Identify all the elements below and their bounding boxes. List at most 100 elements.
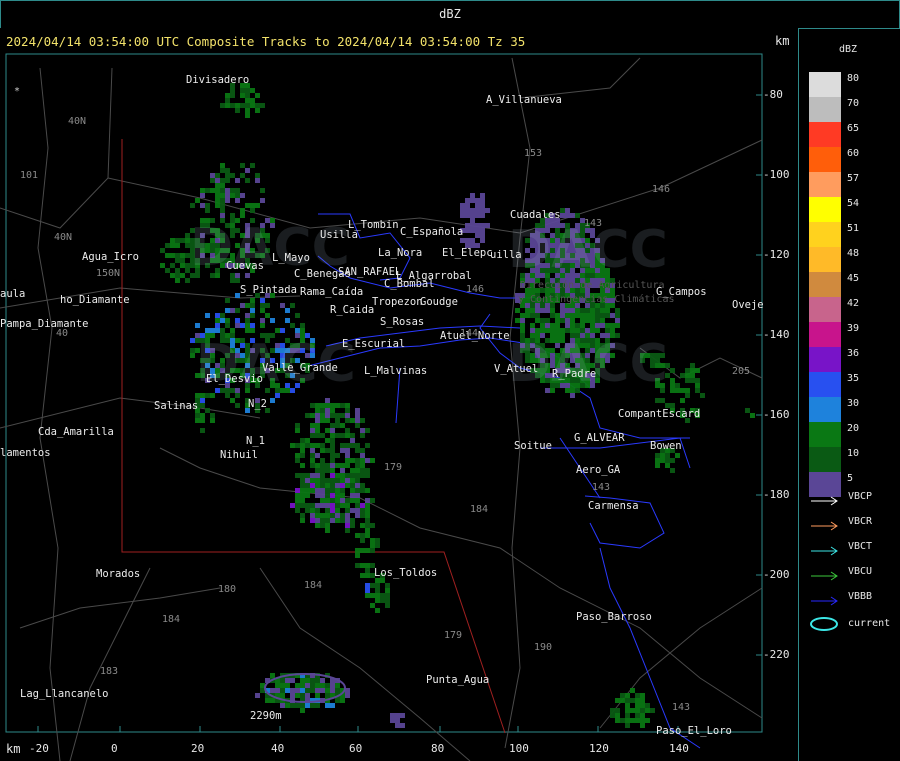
composite-title: 2024/04/14 03:54:00 UTC Composite Tracks… [6, 34, 526, 49]
echo-cell [645, 703, 650, 708]
echo-cell [360, 573, 365, 578]
echo-cell [360, 563, 365, 568]
echo-cell [315, 503, 320, 508]
echo-cell [305, 703, 310, 708]
echo-cell [255, 203, 260, 208]
echo-cell [650, 708, 655, 713]
echo-cell [330, 408, 335, 413]
place-label: aula [0, 288, 26, 300]
echo-cell [220, 183, 225, 188]
echo-cell [300, 498, 305, 503]
echo-cell [530, 328, 535, 333]
echo-cell [620, 693, 625, 698]
echo-cell [200, 398, 205, 403]
echo-cell [215, 198, 220, 203]
echo-cell [320, 413, 325, 418]
echo-cell [315, 468, 320, 473]
echo-cell [635, 698, 640, 703]
echo-cell [310, 488, 315, 493]
echo-cell [685, 368, 690, 373]
echo-cell [330, 443, 335, 448]
echo-cell [235, 198, 240, 203]
echo-cell [330, 463, 335, 468]
echo-cell [235, 178, 240, 183]
current-cell-icon [809, 616, 841, 632]
echo-cell [670, 368, 675, 373]
place-label: Divisadero [186, 74, 250, 86]
echo-cell [350, 458, 355, 463]
x-tick-label: 140 [669, 742, 689, 755]
echo-cell [275, 683, 280, 688]
echo-cell [375, 593, 380, 598]
echo-cell [230, 398, 235, 403]
echo-cell [295, 508, 300, 513]
echo-cell [350, 508, 355, 513]
echo-cell [570, 318, 575, 323]
echo-cell [325, 448, 330, 453]
echo-cell [220, 168, 225, 173]
echo-cell [615, 318, 620, 323]
echo-cell [340, 473, 345, 478]
colorbar-swatch [809, 72, 841, 97]
echo-cell [350, 478, 355, 483]
colorbar-swatch [809, 222, 841, 247]
echo-cell [325, 418, 330, 423]
y-tick-label: -80 [763, 88, 783, 101]
echo-cell [340, 503, 345, 508]
colorbar-label: 48 [847, 248, 860, 259]
echo-cell [360, 533, 365, 538]
echo-cell [215, 183, 220, 188]
echo-cell [310, 443, 315, 448]
echo-cell [595, 328, 600, 333]
echo-cell [635, 718, 640, 723]
echo-cell [475, 198, 480, 203]
echo-cell [615, 718, 620, 723]
echo-cell [300, 678, 305, 683]
echo-cell [320, 448, 325, 453]
echo-cell [210, 413, 215, 418]
echo-cell [320, 458, 325, 463]
echo-cell [580, 318, 585, 323]
echo-cell [345, 403, 350, 408]
echo-cell [235, 108, 240, 113]
echo-cell [675, 453, 680, 458]
echo-cell [335, 508, 340, 513]
echo-cell [590, 313, 595, 318]
echo-cell [670, 458, 675, 463]
echo-cell [365, 588, 370, 593]
radar-map-svg[interactable]: * [0, 28, 798, 761]
echo-cell [310, 503, 315, 508]
place-label: L_Malvinas [364, 365, 428, 377]
echo-cell [365, 518, 370, 523]
echo-cell [280, 683, 285, 688]
echo-cell [545, 328, 550, 333]
echo-cell [310, 413, 315, 418]
echo-cell [475, 213, 480, 218]
echo-cell [305, 478, 310, 483]
echo-cell [670, 378, 675, 383]
echo-cell [480, 208, 485, 213]
echo-cell [230, 103, 235, 108]
echo-cell [310, 478, 315, 483]
echo-cell [230, 173, 235, 178]
echo-cell [640, 723, 645, 728]
echo-cell [225, 168, 230, 173]
radar-map-panel[interactable]: * DACC DACC DACC DACC Dirección de Agric… [0, 28, 799, 761]
echo-cell [310, 433, 315, 438]
echo-cell [220, 163, 225, 168]
echo-cell [470, 238, 475, 243]
echo-cell [280, 703, 285, 708]
echo-cell [475, 228, 480, 233]
echo-cell [260, 308, 265, 313]
road-label: 183 [100, 666, 119, 677]
track-legend-arrow [809, 517, 841, 531]
echo-cell [315, 683, 320, 688]
echo-cell [315, 418, 320, 423]
echo-cell [570, 323, 575, 328]
road-label: 143 [584, 218, 603, 229]
echo-cell [350, 498, 355, 503]
x-tick-label: 80 [431, 742, 445, 755]
echo-cell [325, 498, 330, 503]
echo-cell [390, 718, 395, 723]
colorbar-swatch [809, 97, 841, 122]
